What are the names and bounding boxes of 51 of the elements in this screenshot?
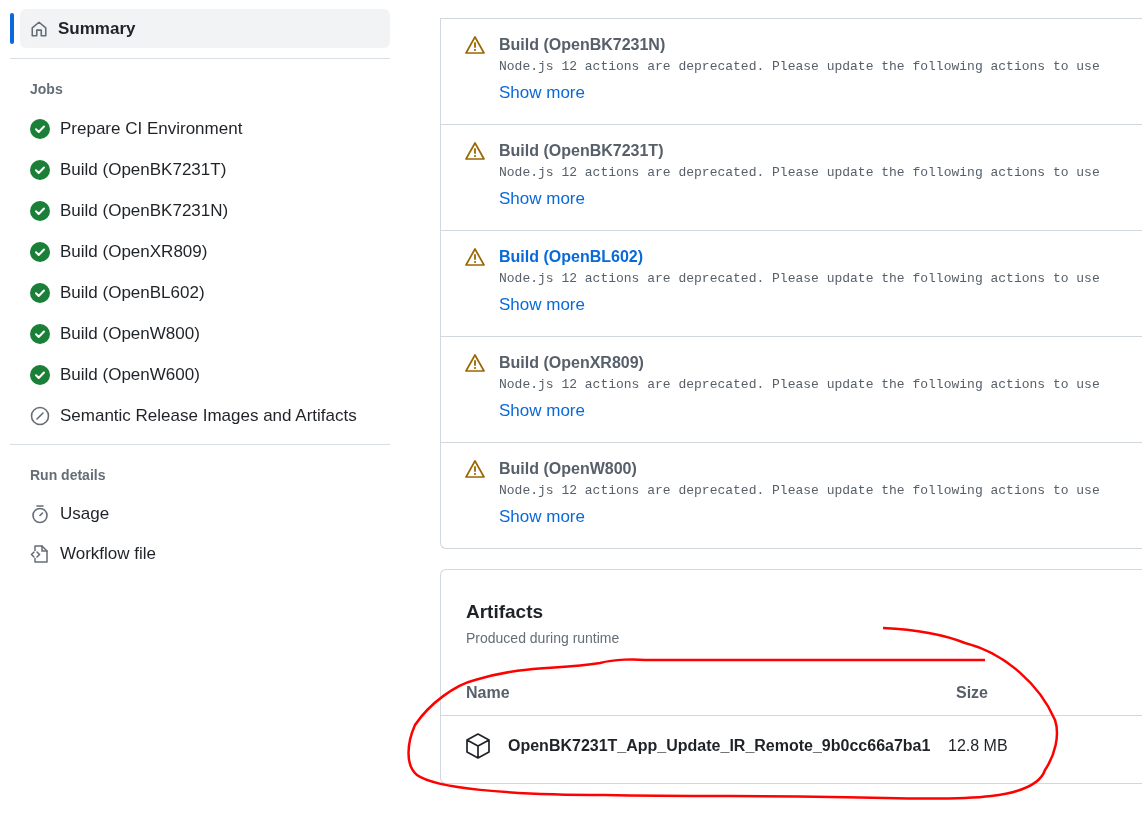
job-link[interactable]: Build (OpenXR809): [10, 231, 390, 272]
warning-icon: [465, 353, 485, 373]
column-header: Name: [466, 683, 511, 703]
skipped-icon: [30, 405, 50, 426]
annotation-message: Node.js 12 actions are deprecated. Please update the following actions to use: [499, 58, 1100, 76]
check-circle-icon: [30, 241, 50, 262]
check-circle-icon: [30, 282, 50, 303]
annotation-title[interactable]: Build (OpenBL602): [499, 247, 1100, 267]
annotation-title[interactable]: Build (OpenW800): [499, 459, 1100, 479]
section-heading: Jobs: [29, 80, 64, 99]
annotation-message: Node.js 12 actions are deprecated. Please update the following actions to use: [499, 164, 1100, 182]
check-circle-icon: [30, 364, 50, 385]
job-link[interactable]: Build (OpenW600): [10, 354, 390, 395]
annotation-title[interactable]: Build (OpenBK7231N): [499, 35, 1100, 55]
show-more-link[interactable]: Show more: [499, 189, 585, 209]
check-circle-icon: [30, 159, 50, 180]
active-indicator: [10, 13, 14, 44]
stopwatch-icon: [30, 504, 50, 524]
show-more-link[interactable]: Show more: [499, 401, 585, 421]
file-code-icon: [30, 544, 50, 564]
home-icon: [30, 19, 48, 38]
artifacts-subtitle: Produced during runtime: [465, 629, 621, 648]
artifacts-title: Artifacts: [465, 600, 545, 624]
show-more-link[interactable]: Show more: [499, 295, 585, 315]
warning-icon: [465, 459, 485, 479]
annotation-message: Node.js 12 actions are deprecated. Please update the following actions to use: [499, 270, 1100, 288]
annotation-title[interactable]: Build (OpenBK7231T): [499, 141, 1100, 161]
check-circle-icon: [30, 118, 50, 139]
warning-icon: [465, 247, 485, 267]
show-more-link[interactable]: Show more: [499, 507, 585, 527]
warning-icon: [465, 141, 485, 161]
job-link[interactable]: Build (OpenBL602): [10, 272, 390, 313]
column-header: Size: [956, 683, 988, 703]
job-link[interactable]: Build (OpenBK7231T): [10, 149, 390, 190]
warning-icon: [465, 35, 485, 55]
run-details-link[interactable]: Usage: [10, 494, 390, 534]
artifact-name[interactable]: OpenBK7231T_App_Update_IR_Remote_9b0cc66a7ba1: [508, 734, 931, 758]
job-link[interactable]: Semantic Release Images and Artifacts: [10, 395, 390, 436]
annotation-message: Node.js 12 actions are deprecated. Please update the following actions to use: [499, 482, 1100, 500]
job-link[interactable]: Build (OpenW800): [10, 313, 390, 354]
check-circle-icon: [30, 200, 50, 221]
package-icon: [464, 732, 492, 760]
annotation-message: Node.js 12 actions are deprecated. Please update the following actions to use: [499, 376, 1100, 394]
section-heading: Run details: [29, 466, 107, 485]
job-link[interactable]: Prepare CI Environment: [10, 108, 390, 149]
annotation-title[interactable]: Build (OpenXR809): [499, 353, 1100, 373]
run-details-link[interactable]: Workflow file: [10, 534, 390, 574]
job-link[interactable]: Build (OpenBK7231N): [10, 190, 390, 231]
show-more-link[interactable]: Show more: [499, 83, 585, 103]
artifact-size: 12.8 MB: [948, 736, 1008, 756]
check-circle-icon: [30, 323, 50, 344]
